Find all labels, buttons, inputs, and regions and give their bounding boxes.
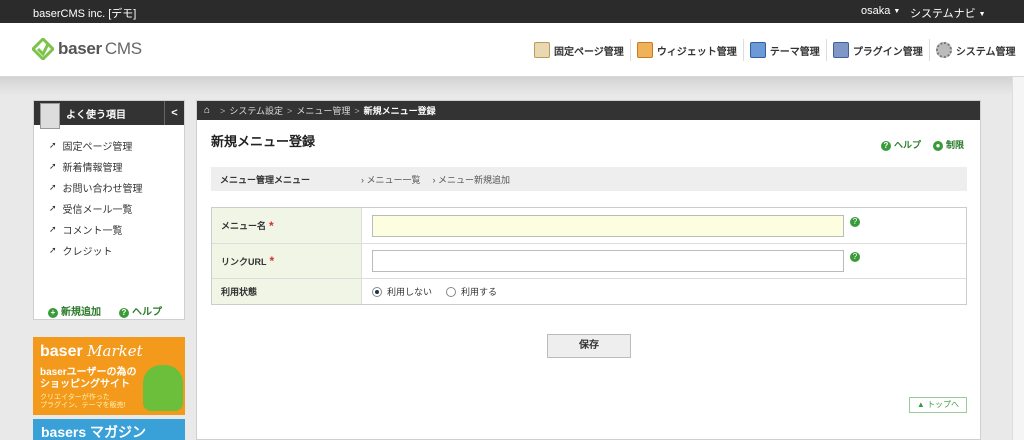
page-scrollbar[interactable] (1012, 77, 1024, 440)
site-name-link[interactable]: baserCMS inc. [デモ] (33, 5, 136, 21)
widget-icon (636, 42, 653, 58)
sidebar-help-link[interactable]: ? ヘルプ (119, 303, 162, 318)
user-name: osaka (861, 5, 891, 17)
favorites-footer: + 新規追加 ? ヘルプ (48, 303, 162, 318)
favorite-item[interactable]: ➚ 新着情報管理 (34, 156, 184, 177)
caret-down-icon: ▼ (978, 11, 986, 18)
link-arrow-icon: ➚ (49, 224, 57, 234)
top-bar: baserCMS inc. [デモ] osaka ▼ システムナビ ▼ (0, 0, 1024, 23)
form-row-name: メニュー名 * ? (212, 208, 966, 243)
status-radio-disabled[interactable]: 利用しない (372, 285, 432, 298)
restriction-link[interactable]: ● 制限 (933, 138, 964, 151)
favorites-title: よく使う項目 (66, 109, 126, 121)
nav-plugin-management[interactable]: プラグイン管理 (825, 39, 929, 61)
nav-label: ウィジェット管理 (656, 46, 737, 58)
menu-name-input[interactable] (372, 214, 844, 237)
menu-name-label: メニュー名 * (212, 208, 362, 243)
help-link[interactable]: ? ヘルプ (881, 138, 921, 151)
required-mark: * (269, 254, 275, 268)
nav-page-management[interactable]: 固定ページ管理 (528, 39, 630, 61)
user-menu[interactable]: osaka ▼ (861, 5, 900, 17)
favorite-item[interactable]: ➚ コメント一覧 (34, 219, 184, 240)
collapse-button[interactable]: < (164, 101, 184, 125)
breadcrumb-item[interactable]: メニュー管理 (296, 104, 350, 117)
nav-system-management[interactable]: システム管理 (928, 39, 1022, 61)
breadcrumb-separator: > (354, 105, 360, 116)
favorite-item[interactable]: ➚ 固定ページ管理 (34, 135, 184, 156)
main-content: ⌂ > システム設定 > メニュー管理 > 新規メニュー登録 新規メニュー登録 … (196, 100, 981, 440)
submenu-link-list[interactable]: › メニュー一覧 (361, 173, 421, 186)
status-radio-enabled[interactable]: 利用する (446, 285, 497, 298)
link-arrow-icon: ➚ (49, 203, 57, 213)
nav-label: 固定ページ管理 (554, 46, 624, 58)
favorite-item[interactable]: ➚ 受信メール一覧 (34, 198, 184, 219)
submenu-title: メニュー管理メニュー (220, 174, 311, 185)
favorite-item[interactable]: ➚ お問い合わせ管理 (34, 177, 184, 198)
header-shadow (0, 77, 1024, 95)
header: baser CMS 固定ページ管理 ウィジェット管理 テーマ管理 プラグイン管理 … (0, 23, 1024, 77)
link-arrow-icon: ➚ (49, 245, 57, 255)
add-new-link[interactable]: + 新規追加 (48, 303, 101, 318)
nav-theme-management[interactable]: テーマ管理 (742, 39, 826, 61)
link-arrow-icon: ➚ (49, 161, 57, 171)
help-icon[interactable]: ? (850, 252, 860, 262)
form-row-url: リンクURL * ? (212, 243, 966, 278)
link-arrow-icon: ➚ (49, 140, 57, 150)
help-icon: ? (881, 141, 891, 151)
breadcrumb: ⌂ > システム設定 > メニュー管理 > 新規メニュー登録 (197, 101, 980, 120)
save-button[interactable]: 保存 (547, 334, 631, 358)
gear-icon (935, 42, 952, 58)
plugin-icon (832, 42, 849, 58)
logo-text: baser CMS (58, 39, 142, 58)
link-url-label: リンクURL * (212, 244, 362, 278)
mascot-image (143, 365, 183, 411)
favorites-icon (40, 103, 60, 129)
to-top-button[interactable]: ▲ トップへ (909, 397, 967, 413)
plus-icon: + (48, 308, 58, 318)
nav-label: テーマ管理 (769, 46, 820, 58)
market-note: クリエイターが作った プラグイン、テーマを販売! (40, 394, 126, 409)
submenu-link-add[interactable]: › メニュー新規追加 (433, 173, 511, 186)
content-submenu: メニュー管理メニュー › メニュー一覧 › メニュー新規追加 (211, 167, 967, 191)
breadcrumb-current: 新規メニュー登録 (363, 106, 436, 116)
home-icon[interactable]: ⌂ (204, 105, 210, 116)
system-nav-menu[interactable]: システムナビ ▼ (910, 5, 986, 21)
favorites-list: ➚ 固定ページ管理 ➚ 新着情報管理 ➚ お問い合わせ管理 ➚ 受信メール一覧 ➚ コメン… (34, 135, 184, 261)
page-title: 新規メニュー登録 (211, 134, 316, 149)
market-tagline: baserユーザーの為の ショッピングサイト (40, 367, 137, 390)
caret-down-icon: ▼ (893, 8, 901, 15)
nav-label: プラグイン管理 (852, 46, 923, 58)
link-arrow-icon: ➚ (49, 182, 57, 192)
breadcrumb-separator: > (287, 105, 293, 116)
menu-form: メニュー名 * ? リンクURL * ? 利用状態 利用しない 利用する (211, 207, 967, 305)
radio-unselected-icon (446, 286, 457, 297)
system-nav-label: システムナビ (910, 8, 976, 20)
form-row-status: 利用状態 利用しない 利用する (212, 278, 966, 304)
favorite-item[interactable]: ➚ クレジット (34, 240, 184, 261)
favorites-panel: よく使う項目 < ➚ 固定ページ管理 ➚ 新着情報管理 ➚ お問い合わせ管理 ➚ 受信メ… (33, 100, 185, 320)
baser-market-banner[interactable]: baser Market baserユーザーの為の ショッピングサイト クリエイタ… (33, 337, 185, 415)
logo[interactable]: baser CMS (32, 37, 142, 61)
global-nav: 固定ページ管理 ウィジェット管理 テーマ管理 プラグイン管理 システム管理 (528, 39, 1022, 61)
baser-logo-icon (32, 38, 54, 60)
theme-icon (749, 42, 766, 58)
page-icon (534, 42, 550, 58)
breadcrumb-item[interactable]: システム設定 (229, 104, 283, 117)
help-icon[interactable]: ? (850, 216, 860, 227)
link-url-input[interactable] (372, 250, 844, 272)
help-icon: ? (119, 308, 129, 318)
baser-magazine-banner[interactable]: basers マガジン (33, 419, 185, 440)
lock-icon: ● (933, 141, 944, 151)
nav-label: システム管理 (955, 46, 1016, 58)
radio-selected-icon (372, 286, 382, 297)
breadcrumb-separator: > (220, 105, 226, 116)
page-tools: ? ヘルプ ● 制限 (881, 138, 964, 151)
favorites-header: よく使う項目 < (34, 101, 184, 129)
required-mark: * (269, 218, 274, 233)
market-title: baser Market (40, 342, 143, 360)
nav-widget-management[interactable]: ウィジェット管理 (629, 39, 743, 61)
status-label: 利用状態 (212, 279, 362, 304)
